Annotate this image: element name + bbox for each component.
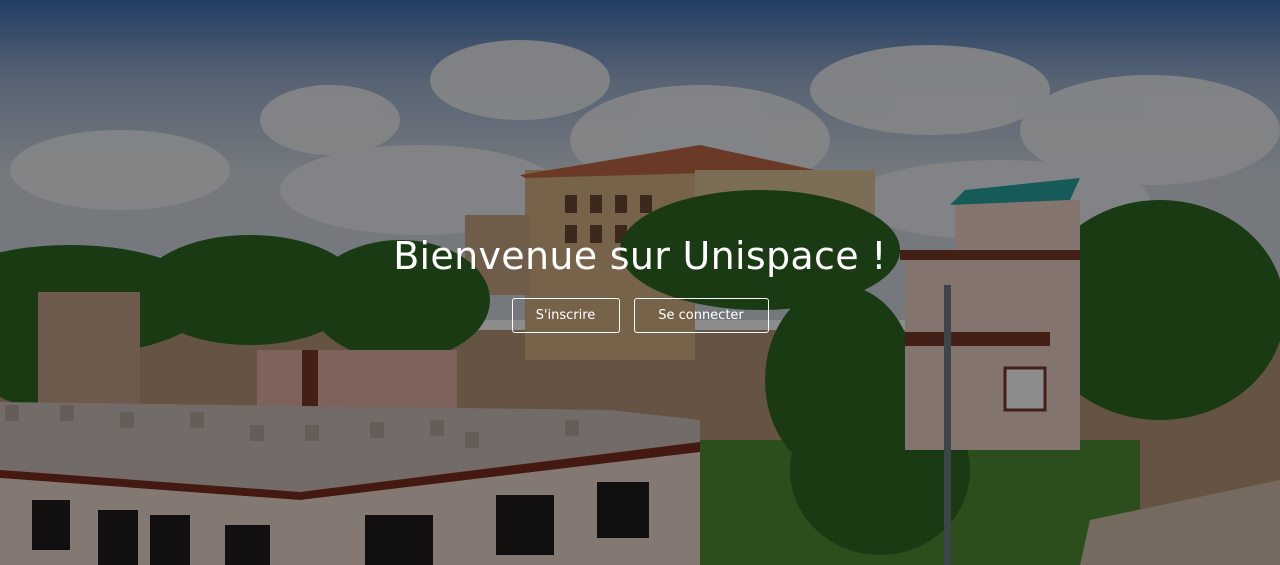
hero-section: Bienvenue sur Unispace ! S'inscrire Se c… [0, 0, 1280, 565]
hero-title: Bienvenue sur Unispace ! [393, 234, 887, 278]
login-button[interactable]: Se connecter [633, 298, 769, 333]
hero-actions: S'inscrire Se connecter [0, 298, 1280, 333]
hero-content: Bienvenue sur Unispace ! S'inscrire Se c… [0, 226, 1280, 333]
register-button[interactable]: S'inscrire [511, 298, 620, 333]
